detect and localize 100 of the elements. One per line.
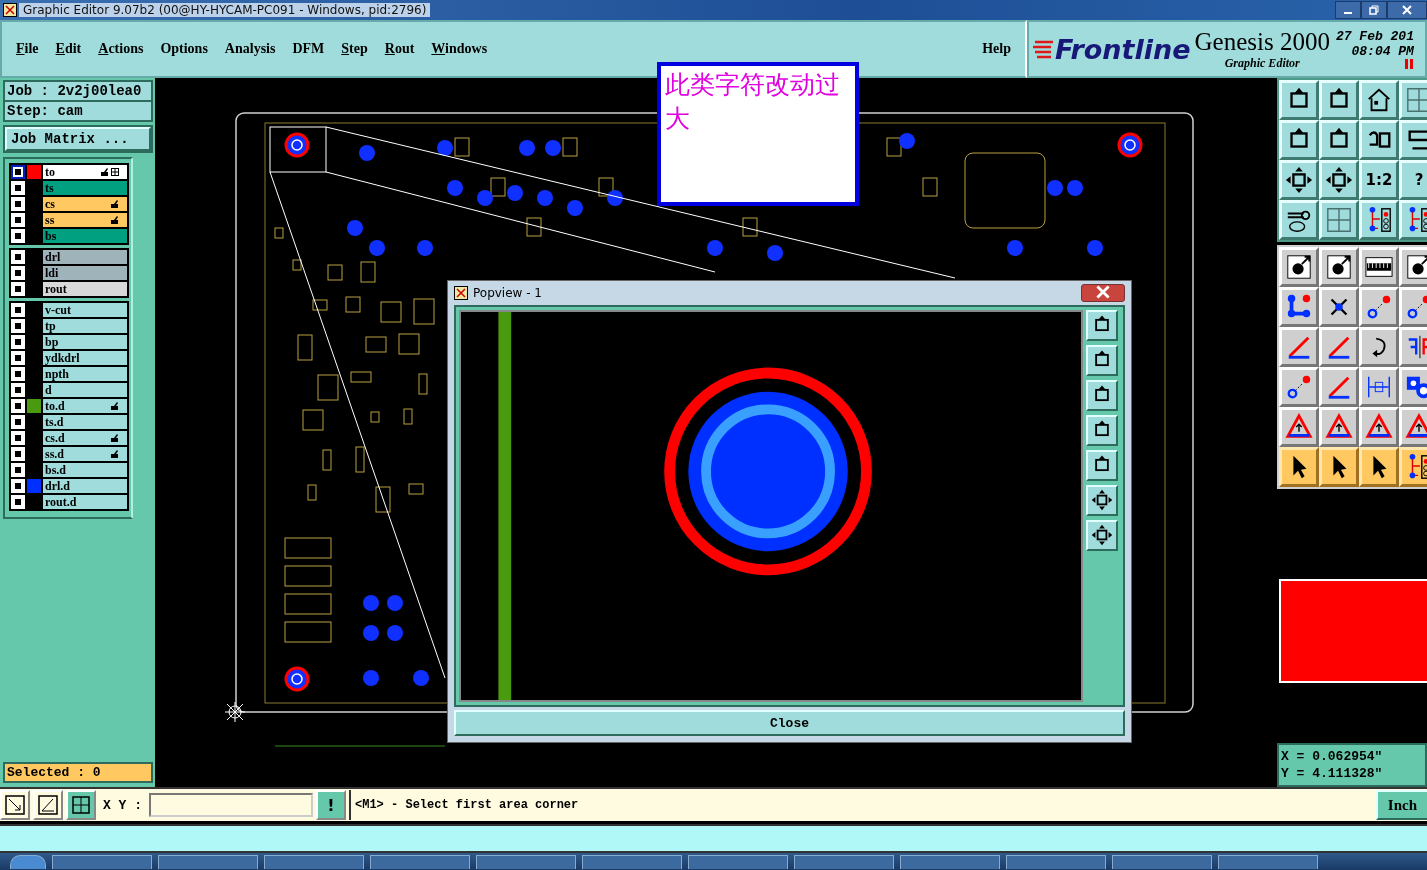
layer-item[interactable]: bp bbox=[43, 335, 127, 349]
xy-label: X Y : bbox=[102, 797, 143, 813]
tool-button[interactable] bbox=[1399, 447, 1427, 487]
close-button[interactable] bbox=[1081, 283, 1125, 302]
link-icon bbox=[1365, 293, 1393, 321]
origin-marker bbox=[224, 701, 246, 723]
xy-input-field[interactable] bbox=[149, 793, 313, 817]
triangle-icon bbox=[1285, 413, 1313, 441]
move-arrows-icon bbox=[1325, 166, 1353, 194]
grid-icon bbox=[71, 795, 91, 815]
view-button[interactable] bbox=[1086, 379, 1118, 411]
tool-button[interactable] bbox=[1279, 447, 1319, 487]
diagonal-box-icon bbox=[5, 795, 25, 815]
angle-icon bbox=[38, 795, 58, 815]
layer-item[interactable]: ydkdrl bbox=[43, 351, 127, 365]
annotation-note: 此类字符改动过大 bbox=[657, 62, 859, 206]
grid-icon bbox=[1325, 206, 1353, 234]
close-icon bbox=[1402, 5, 1412, 15]
popview-close-button[interactable]: Close bbox=[454, 710, 1125, 736]
triangle-icon bbox=[1365, 413, 1393, 441]
pad-icon bbox=[1325, 253, 1353, 281]
menu-item[interactable]: Windows bbox=[431, 41, 488, 57]
layer-item[interactable]: tp bbox=[43, 319, 127, 333]
speed-lines-icon bbox=[1033, 39, 1055, 59]
tool-button[interactable]: 1:2 bbox=[1359, 160, 1399, 200]
move-arrows-icon bbox=[1285, 166, 1313, 194]
layer-item[interactable]: ldi bbox=[43, 266, 127, 280]
view-button[interactable] bbox=[1086, 519, 1118, 551]
link-icon bbox=[1405, 293, 1427, 321]
app-icon bbox=[3, 3, 17, 17]
menu-item[interactable]: File bbox=[16, 41, 39, 57]
house-icon bbox=[1365, 86, 1393, 114]
minimize-button[interactable] bbox=[1335, 1, 1361, 19]
layer-item[interactable]: npth bbox=[43, 367, 127, 381]
grid-button[interactable] bbox=[66, 790, 96, 820]
layer-item[interactable]: cs bbox=[43, 197, 127, 211]
product-name: Genesis 2000 bbox=[1194, 27, 1330, 56]
layer-item[interactable]: drl bbox=[43, 250, 127, 264]
layer-item[interactable]: ts.d bbox=[43, 415, 127, 429]
layer-item[interactable]: v-cut bbox=[43, 303, 127, 317]
menu-item[interactable]: DFM bbox=[292, 41, 325, 57]
pad-icon bbox=[1285, 253, 1313, 281]
window-title: Graphic Editor 9.07b2 (00@HY-HYCAM-PC091 - Windows, pid:2796) bbox=[19, 3, 431, 17]
cursor-coordinates: X = 0.062954" Y = 4.111328" bbox=[1277, 743, 1427, 787]
triangle-icon bbox=[1325, 413, 1353, 441]
layer-item[interactable]: ts bbox=[43, 181, 127, 195]
angle-button[interactable] bbox=[33, 790, 63, 820]
layer-item[interactable]: bs.d bbox=[43, 463, 127, 477]
layer-item[interactable]: to bbox=[43, 165, 127, 179]
units-button[interactable]: Inch bbox=[1375, 790, 1427, 820]
layer-item[interactable]: rout bbox=[43, 282, 127, 296]
view-button[interactable] bbox=[1086, 414, 1118, 446]
restore-icon bbox=[1369, 5, 1379, 15]
job-matrix-button[interactable]: Job Matrix ... bbox=[5, 127, 151, 151]
layer-item[interactable]: cs.d bbox=[43, 431, 127, 445]
minimize-icon bbox=[1344, 12, 1352, 14]
link-icon bbox=[1285, 373, 1313, 401]
view-button[interactable] bbox=[1086, 484, 1118, 516]
layer-item[interactable]: rout.d bbox=[43, 495, 127, 509]
triangle-icon bbox=[1405, 413, 1427, 441]
product-subtitle: Graphic Editor bbox=[1224, 55, 1300, 71]
grid-icon bbox=[111, 168, 119, 176]
layer-item[interactable]: ss.d bbox=[43, 447, 127, 461]
menu-item[interactable]: Edit bbox=[55, 41, 82, 57]
zoom-area-button[interactable] bbox=[0, 790, 30, 820]
menu-item[interactable]: Options bbox=[160, 41, 208, 57]
help-menu[interactable]: Help bbox=[982, 41, 1011, 57]
view-button[interactable] bbox=[1086, 309, 1118, 341]
grid-icon bbox=[1405, 86, 1427, 114]
menu-item[interactable]: Rout bbox=[384, 41, 415, 57]
app-icon bbox=[454, 285, 468, 300]
menu-item[interactable]: Actions bbox=[98, 41, 144, 57]
view-button[interactable] bbox=[1086, 449, 1118, 481]
time-label: 08:04 PM bbox=[1351, 44, 1414, 59]
layer-item[interactable]: ss bbox=[43, 213, 127, 227]
selected-count: Selected : 0 bbox=[3, 762, 153, 783]
alert-button[interactable]: ! bbox=[316, 790, 346, 820]
menu-item[interactable]: Analysis bbox=[224, 41, 276, 57]
layer-item[interactable]: drl.d bbox=[43, 479, 127, 493]
prompt-message: <M1> - Select first area corner bbox=[349, 790, 1373, 820]
tool-button[interactable]: ? bbox=[1399, 160, 1427, 200]
menu-item[interactable]: Step bbox=[341, 41, 368, 57]
restore-button[interactable] bbox=[1361, 1, 1387, 19]
job-label: Job : 2v2j00lea0 bbox=[3, 80, 153, 102]
pause-icon bbox=[1403, 59, 1414, 69]
close-button[interactable] bbox=[1387, 1, 1427, 19]
layer-toggle[interactable] bbox=[11, 165, 25, 179]
popview-title: Popview - 1 bbox=[473, 285, 542, 300]
tool-button[interactable] bbox=[1319, 447, 1359, 487]
layer-item[interactable]: to.d bbox=[43, 399, 127, 413]
layer-item[interactable]: bs bbox=[43, 229, 127, 243]
date-label: 27 Feb 201 bbox=[1335, 29, 1414, 44]
logo: Frontline bbox=[1055, 33, 1191, 65]
start-button[interactable] bbox=[10, 855, 46, 869]
view-button[interactable] bbox=[1086, 344, 1118, 376]
tool-button[interactable] bbox=[1359, 447, 1399, 487]
move-arrows-icon bbox=[1091, 489, 1113, 512]
layer-item[interactable]: d bbox=[43, 383, 127, 397]
pad-icon bbox=[1405, 253, 1427, 281]
close-icon bbox=[1096, 284, 1110, 299]
